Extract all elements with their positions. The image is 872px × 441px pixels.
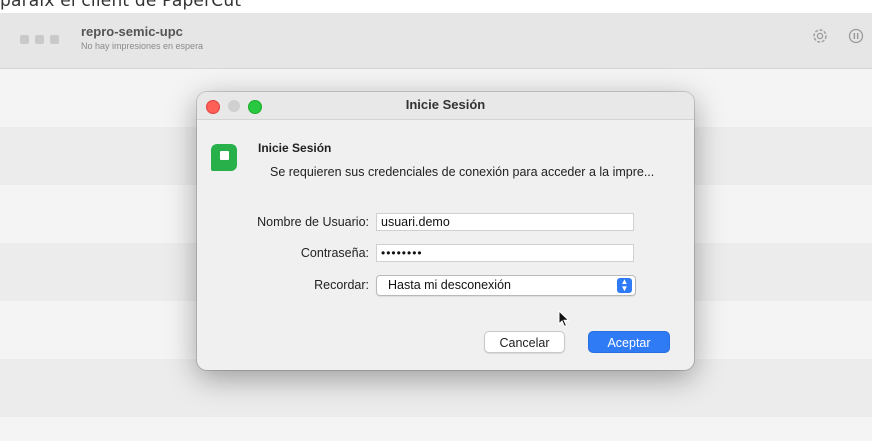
remember-label: Recordar:: [314, 278, 369, 292]
dialog-titlebar: Inicie Sesión: [197, 92, 694, 120]
gear-icon[interactable]: [809, 27, 831, 49]
close-window-button[interactable]: [20, 35, 29, 44]
video-caption: paraíx el client de PaperCut: [0, 0, 242, 11]
minimize-window-button[interactable]: [35, 35, 44, 44]
password-field[interactable]: ••••••••: [376, 244, 634, 262]
papercut-app-icon: [211, 144, 237, 171]
username-field[interactable]: [376, 213, 634, 231]
pause-icon[interactable]: [845, 27, 867, 49]
cancel-button[interactable]: Cancelar: [484, 331, 565, 353]
login-dialog: Inicie Sesión Inicie Sesión Se requieren…: [197, 92, 694, 370]
dialog-message: Se requieren sus credenciales de conexió…: [270, 165, 655, 179]
queue-status: No hay impresiones en espera: [81, 41, 204, 51]
password-label: Contraseña:: [300, 246, 369, 260]
queue-titlebar: repro-semic-upc No hay impresiones en es…: [0, 13, 872, 69]
window-controls: [20, 35, 59, 44]
dialog-title: Inicie Sesión: [405, 97, 486, 112]
remember-select-value: Hasta mi desconexión: [388, 278, 511, 292]
username-label: Nombre de Usuario:: [257, 215, 369, 229]
chevron-up-down-icon: ▲ ▼: [617, 278, 632, 293]
mouse-cursor-icon: [558, 310, 570, 328]
remember-select[interactable]: Hasta mi desconexión ▲ ▼: [376, 275, 636, 296]
dialog-header-title: Inicie Sesión: [258, 141, 332, 155]
zoom-window-button[interactable]: [50, 35, 59, 44]
printer-name: repro-semic-upc: [81, 24, 183, 39]
accept-button[interactable]: Aceptar: [588, 331, 670, 353]
